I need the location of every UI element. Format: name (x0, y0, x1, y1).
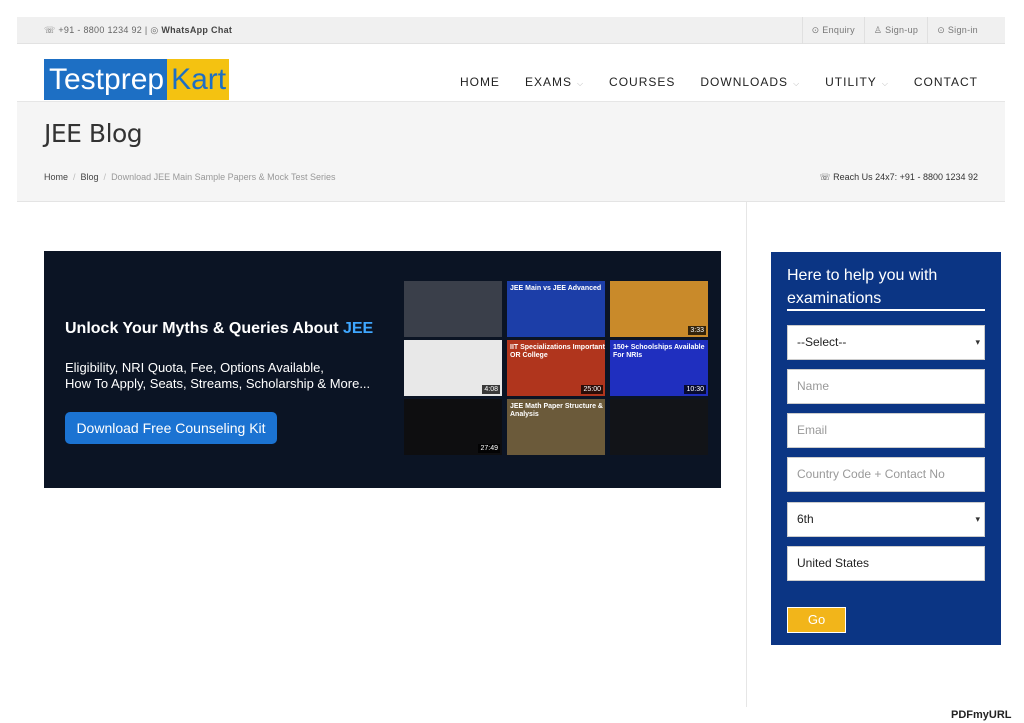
nav-courses[interactable]: COURSES (609, 75, 675, 89)
breadcrumb-current: Download JEE Main Sample Papers & Mock T… (111, 172, 336, 182)
exam-select[interactable]: --Select-- ▾ (787, 325, 985, 360)
thumbnail-duration: 10:30 (684, 385, 706, 394)
video-thumbnail[interactable]: JEE Main vs JEE Advanced (507, 281, 605, 337)
top-links: ⊙ Enquiry ♙ Sign-up ⊙ Sign-in (801, 17, 987, 44)
nav-utility[interactable]: UTILITY ⌵ (825, 75, 889, 89)
reach-us: ☏ Reach Us 24x7: +91 - 8800 1234 92 (819, 172, 978, 182)
breadcrumb-home[interactable]: Home (44, 172, 68, 182)
chevron-down-icon: ⌵ (881, 79, 889, 88)
signin-link[interactable]: ⊙ Sign-in (927, 17, 987, 44)
country-field[interactable]: United States (787, 546, 985, 581)
breadcrumb-blog[interactable]: Blog (81, 172, 99, 182)
phone-icon: ☏ (44, 25, 56, 35)
thumbnail-caption: JEE Math Paper Structure & Analysis (510, 403, 603, 418)
thumbnail-duration: 3:33 (688, 326, 706, 335)
thumbnail-duration: 25:00 (581, 385, 603, 394)
top-bar: ☏ +91 - 8800 1234 92 | ◎ WhatsApp Chat ⊙… (17, 17, 1005, 44)
thumbnail-caption: 150+ Schoolships Available For NRIs (613, 344, 705, 359)
form-title-underline (787, 309, 985, 311)
chevron-down-icon: ⌵ (793, 79, 801, 88)
video-thumbnail[interactable]: JEE Math Paper Structure & Analysis (507, 399, 605, 455)
nav-contact[interactable]: CONTACT (914, 75, 978, 89)
user-plus-icon: ♙ (873, 25, 883, 35)
breadcrumb: Home / Blog / Download JEE Main Sample Paper… (44, 172, 336, 182)
top-phone[interactable]: +91 - 8800 1234 92 (58, 25, 142, 35)
enquiry-link[interactable]: ⊙ Enquiry (801, 17, 864, 44)
video-thumbnail[interactable]: 4:08 (404, 340, 502, 396)
thumbnail-caption: IIT Specializations Important OR College (510, 344, 605, 359)
page-title: JEE Blog (44, 119, 143, 148)
banner-subtext: Eligibility, NRI Quota, Fee, Options Ava… (65, 360, 371, 391)
whatsapp-link[interactable]: WhatsApp Chat (161, 25, 232, 35)
video-thumbnail[interactable] (610, 399, 708, 455)
chevron-down-icon: ▾ (975, 337, 980, 347)
video-thumbnail[interactable]: 3:33 (610, 281, 708, 337)
thumbnail-duration: 4:08 (482, 385, 500, 394)
signup-link[interactable]: ♙ Sign-up (863, 17, 927, 44)
chevron-down-icon: ⌵ (576, 79, 585, 88)
pdfmyurl-logo: PDFmyURL (951, 709, 1012, 721)
main-nav: HOME EXAMS ⌵ COURSES DOWNLOADS ⌵ UTILITY ⌵ … (435, 75, 978, 89)
thumbnail-duration: 27:49 (478, 444, 500, 453)
video-thumbnail[interactable]: 27:49 (404, 399, 502, 455)
email-field[interactable]: Email (787, 413, 985, 448)
top-contact: ☏ +91 - 8800 1234 92 | ◎ WhatsApp Chat (44, 25, 233, 35)
video-thumbnail[interactable] (404, 281, 502, 337)
site-header: Testprep Kart HOME EXAMS ⌵ COURSES DOWNLO… (17, 44, 1005, 102)
chevron-down-icon: ▾ (975, 514, 980, 524)
download-kit-button[interactable]: Download Free Counseling Kit (65, 412, 277, 444)
nav-home[interactable]: HOME (460, 75, 500, 89)
go-button[interactable]: Go (787, 607, 846, 633)
form-title: Here to help you with examinations (787, 267, 938, 307)
page-title-bar: JEE Blog Home / Blog / Download JEE Main Sam… (17, 102, 1005, 202)
enquiry-icon: ⊙ (811, 25, 820, 35)
sidebar-divider (746, 202, 747, 707)
video-thumbnail[interactable]: IIT Specializations Important OR College… (507, 340, 605, 396)
video-thumbnails: JEE Main vs JEE Advanced 3:33 4:08 IIT Spec… (404, 281, 710, 461)
grade-select[interactable]: 6th ▾ (787, 502, 985, 537)
thumbnail-caption: JEE Main vs JEE Advanced (510, 285, 602, 292)
site-logo[interactable]: Testprep Kart (44, 59, 230, 100)
phone-icon: ☏ (819, 172, 831, 182)
contact-field[interactable]: Country Code + Contact No (787, 457, 985, 492)
name-field[interactable]: Name (787, 369, 985, 404)
banner-headline: Unlock Your Myths & Queries About JEE (65, 320, 374, 337)
video-thumbnail[interactable]: 150+ Schoolships Available For NRIs 10:30 (610, 340, 708, 396)
counseling-banner[interactable]: Unlock Your Myths & Queries About JEE El… (44, 251, 721, 488)
enquiry-form: Here to help you with examinations --Sel… (771, 252, 1001, 645)
nav-exams[interactable]: EXAMS ⌵ (525, 75, 584, 89)
whatsapp-icon: ◎ (150, 25, 159, 35)
signin-icon: ⊙ (937, 25, 946, 35)
nav-downloads[interactable]: DOWNLOADS ⌵ (700, 75, 800, 89)
